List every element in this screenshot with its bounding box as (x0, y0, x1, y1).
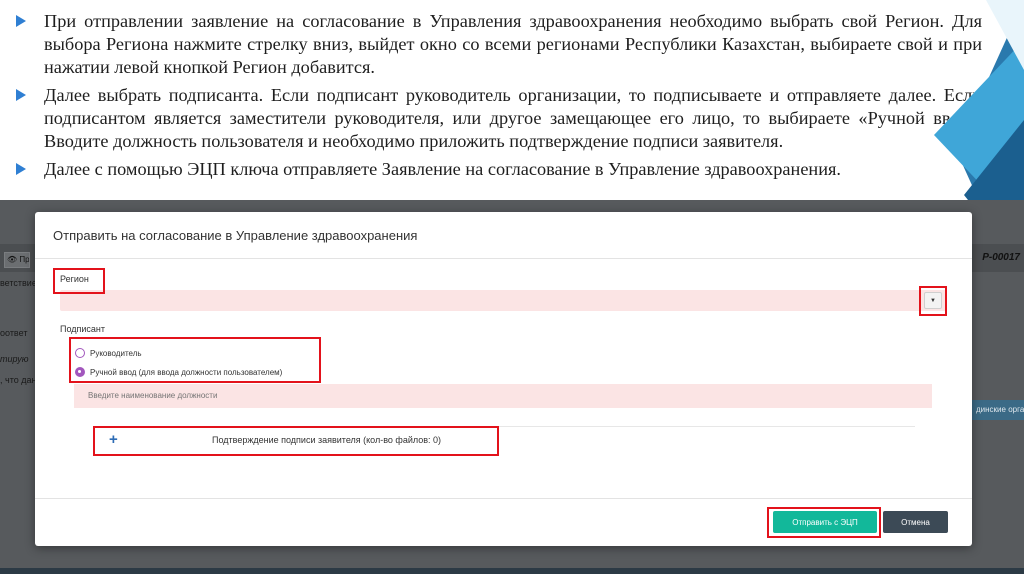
background-text: , что дан (0, 375, 37, 385)
divider (95, 426, 915, 427)
signer-option-label: Ручной ввод (для ввода должности пользов… (90, 367, 283, 377)
add-file-icon[interactable]: + (109, 431, 118, 448)
cancel-button[interactable]: Отмена (883, 511, 948, 533)
signer-option-head[interactable]: Руководитель (75, 348, 142, 358)
bullet-arrow-icon (16, 15, 26, 27)
region-select[interactable] (60, 290, 946, 311)
bullet-arrow-icon (16, 163, 26, 175)
bullet-arrow-icon (16, 89, 26, 101)
background-text: тирую (0, 354, 29, 364)
bullet-item: Далее с помощью ЭЦП ключа отправляете За… (14, 158, 982, 181)
radio-button[interactable] (75, 367, 85, 377)
divider (35, 498, 972, 499)
background-doc-code: Р-00017 (982, 252, 1020, 263)
region-dropdown-button[interactable]: ▼ (924, 292, 942, 309)
background-bottom-bar (0, 568, 1024, 574)
bullet-text: Далее с помощью ЭЦП ключа отправляете За… (44, 159, 841, 179)
modal-title: Отправить на согласование в Управление з… (53, 228, 418, 243)
bullet-text: Далее выбрать подписанта. Если подписант… (44, 85, 982, 151)
background-text: ветствие (0, 278, 37, 288)
signature-confirmation-label: Подтверждение подписи заявителя (кол-во … (212, 435, 442, 445)
background-tab: 👁 Пр (4, 252, 30, 268)
send-with-eds-button[interactable]: Отправить с ЭЦП (773, 511, 877, 533)
caret-down-icon: ▼ (930, 298, 936, 304)
signer-label: Подписант (60, 324, 106, 334)
region-label: Регион (60, 274, 89, 284)
divider (35, 258, 972, 259)
position-input[interactable] (74, 384, 932, 408)
bullet-item: Далее выбрать подписанта. Если подписант… (14, 84, 982, 153)
background-text: оответ (0, 328, 28, 338)
signer-option-label: Руководитель (90, 348, 142, 358)
signature-confirmation-upload[interactable]: + Подтверждение подписи заявителя (кол-в… (97, 428, 495, 452)
slide-text: При отправлении заявление на согласовани… (14, 10, 982, 186)
send-for-approval-modal: Отправить на согласование в Управление з… (35, 212, 972, 546)
radio-button[interactable] (75, 348, 85, 358)
bullet-item: При отправлении заявление на согласовани… (14, 10, 982, 79)
signer-option-manual[interactable]: Ручной ввод (для ввода должности пользов… (75, 367, 282, 377)
background-button: динские орга (968, 400, 1024, 420)
bullet-text: При отправлении заявление на согласовани… (44, 11, 982, 77)
